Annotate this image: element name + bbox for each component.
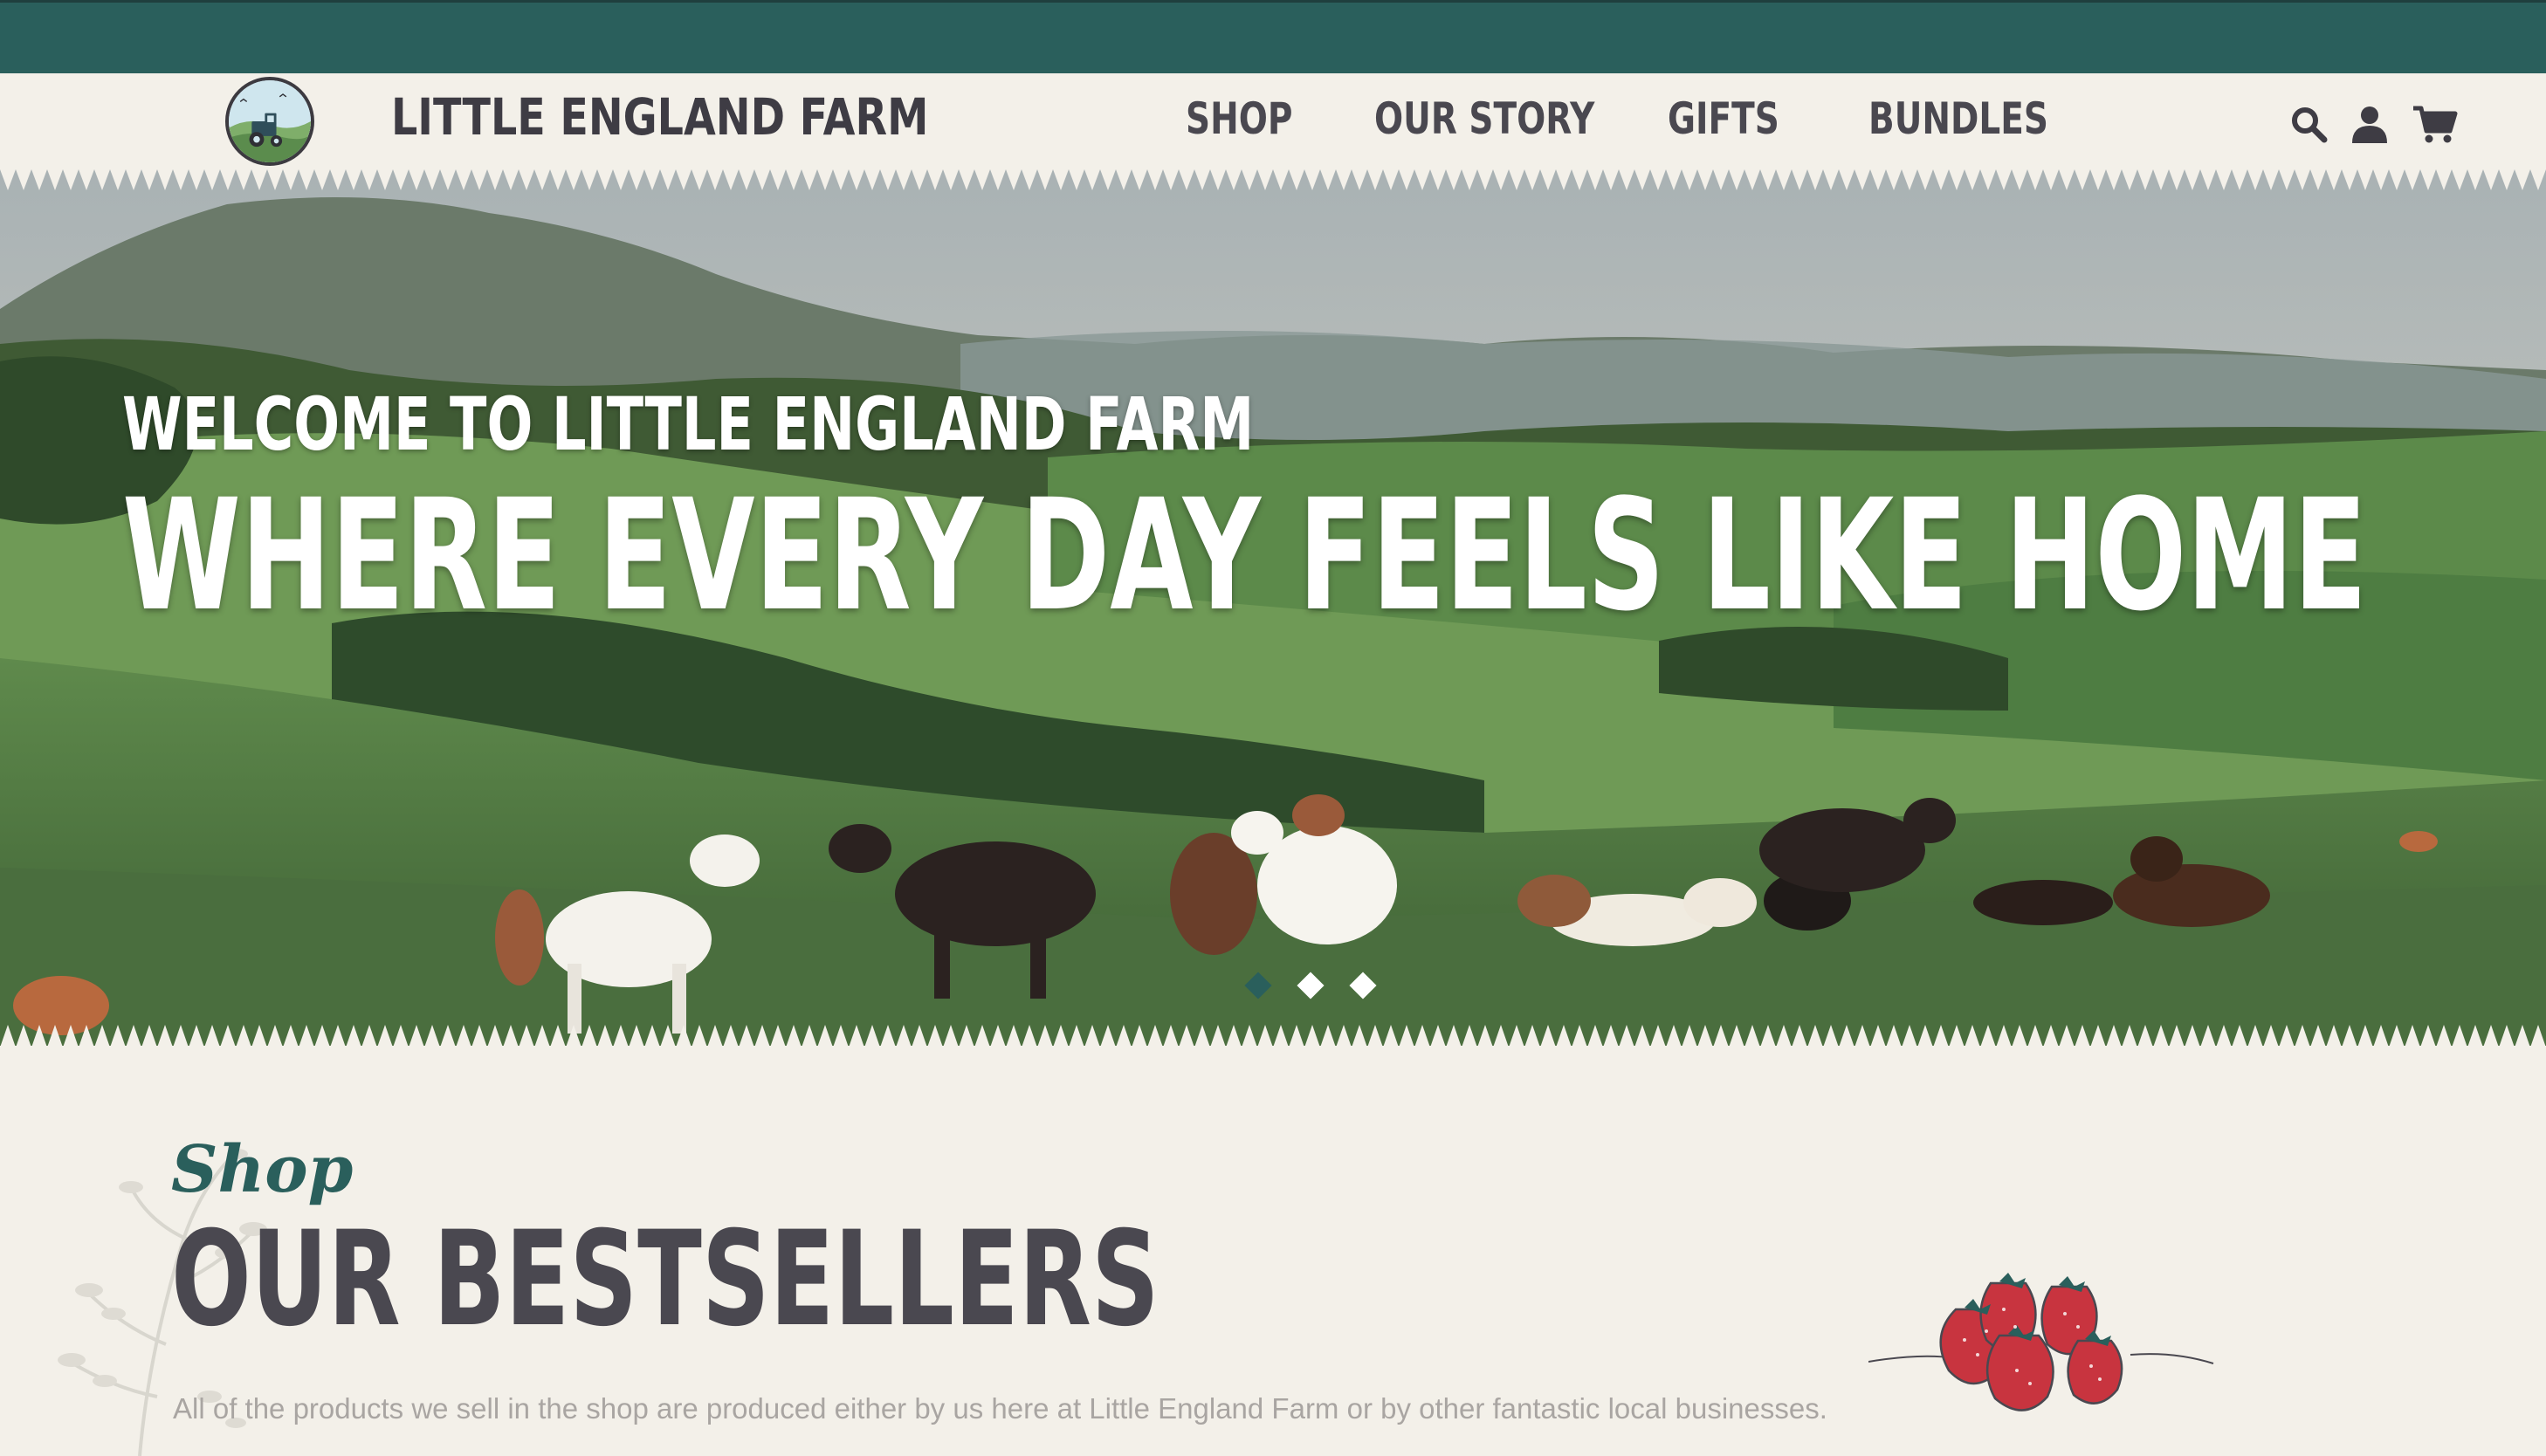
cart-icon[interactable] xyxy=(2412,103,2459,145)
nav-item-bundles[interactable]: BUNDLES xyxy=(1868,91,2048,148)
nav-item-gifts[interactable]: GIFTS xyxy=(1668,91,1779,148)
slider-dot-2[interactable] xyxy=(1297,972,1325,999)
hero-title: WHERE EVERY DAY FEELS LIKE HOME xyxy=(122,466,2367,645)
hero-banner: WELCOME TO LITTLE ENGLAND FARM WHERE EVE… xyxy=(0,169,2546,1046)
site-header: LITTLE ENGLAND FARM SHOP OUR STORY GIFTS… xyxy=(0,73,2546,169)
announcement-bar xyxy=(0,0,2546,73)
account-icon[interactable] xyxy=(2349,103,2391,145)
section-description: All of the products we sell in the shop … xyxy=(173,1392,1827,1425)
main-nav: SHOP OUR STORY GIFTS BUNDLES xyxy=(0,91,2546,152)
slider-dot-3[interactable] xyxy=(1349,972,1377,999)
zigzag-divider-top xyxy=(0,169,2546,190)
slider-dots xyxy=(1244,971,1388,1000)
zigzag-divider-bottom xyxy=(0,1025,2546,1047)
hero-kicker: WELCOME TO LITTLE ENGLAND FARM xyxy=(122,381,1255,467)
strawberries-icon xyxy=(1868,1273,2214,1411)
section-title: OUR BESTSELLERS xyxy=(171,1204,1159,1356)
nav-item-shop[interactable]: SHOP xyxy=(1186,91,1292,148)
slider-dot-1[interactable] xyxy=(1244,972,1272,999)
section-kicker: Shop xyxy=(171,1132,354,1207)
nav-item-our-story[interactable]: OUR STORY xyxy=(1374,91,1594,148)
search-icon[interactable] xyxy=(2288,103,2329,145)
